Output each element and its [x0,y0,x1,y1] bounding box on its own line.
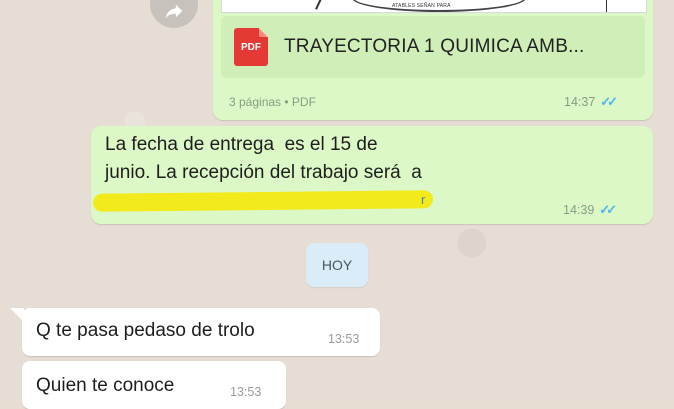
message-line-1: La fecha de entrega es el 15 de [105,134,378,155]
message-time: 14:39 ✓✓ [563,202,617,218]
pdf-file-icon: PDF [234,28,268,66]
outgoing-document-message[interactable]: ATABLES SEÑAN PARA PDF TRAYECTORIA 1 QUI… [213,0,653,120]
double-check-icon: ✓✓ [599,202,617,217]
message-time: 13:53 [230,385,262,399]
date-separator: HOY [306,243,368,287]
forward-arrow-icon [165,4,183,19]
outgoing-text-message[interactable]: La fecha de entrega es el 15 de junio. L… [91,126,653,224]
pdf-badge-label: PDF [241,41,261,53]
incoming-message[interactable]: Q te pasa pedaso de trolo 13:53 [22,308,380,356]
document-file-name: TRAYECTORIA 1 QUIMICA AMB... [284,36,585,57]
message-time: 14:37 ✓✓ [564,94,618,110]
document-preview-thumbnail[interactable]: ATABLES SEÑAN PARA [221,0,647,13]
message-text: Quien te conoce [36,375,175,396]
message-time: 13:53 [328,332,360,346]
partially-hidden-text: r [421,192,426,207]
time-label: 14:37 [564,95,596,109]
time-label: 14:39 [563,203,595,217]
document-meta: 3 páginas • PDF [229,95,316,109]
incoming-message[interactable]: Quien te conoce 13:53 [22,361,286,409]
redaction-highlight [92,190,434,212]
document-file-row[interactable]: PDF TRAYECTORIA 1 QUIMICA AMB... [221,16,645,78]
message-text: Q te pasa pedaso de trolo [36,320,255,341]
double-check-icon: ✓✓ [600,94,618,109]
preview-tiny-text: ATABLES SEÑAN PARA [392,3,451,9]
message-line-2: junio. La recepción del trabajo será a [105,162,422,183]
